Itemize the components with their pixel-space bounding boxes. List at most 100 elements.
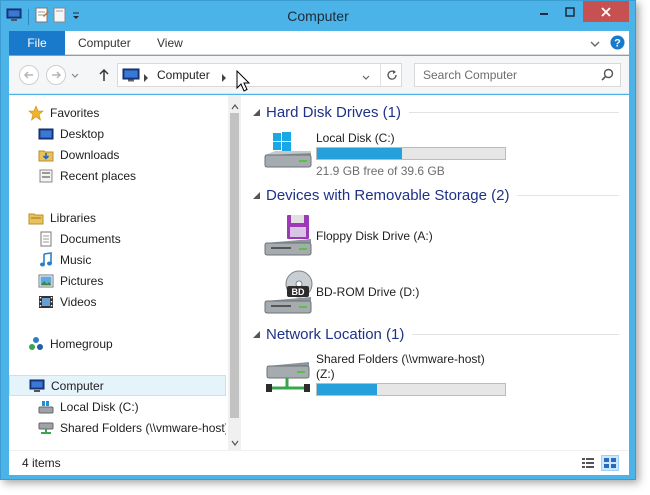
svg-text:BD: BD: [292, 287, 305, 297]
collapse-chevron-icon[interactable]: [249, 105, 263, 119]
drive-name: BD-ROM Drive (D:): [316, 285, 420, 299]
drive-name: Floppy Disk Drive (A:): [316, 229, 433, 243]
drive-capacity-bar: [316, 147, 506, 160]
network-drive-icon: [38, 420, 54, 436]
forward-arrow-icon: [52, 71, 62, 79]
drive-shared-folders-z[interactable]: Shared Folders (\\vmware-host) (Z:): [263, 350, 623, 402]
forward-button[interactable]: [46, 65, 66, 85]
chevron-down-icon: [71, 73, 79, 78]
nav-downloads[interactable]: Downloads: [9, 144, 226, 165]
star-icon: [28, 104, 44, 121]
drive-local-disk-c[interactable]: Local Disk (C:) 21.9 GB free of 39.6 GB: [263, 129, 623, 181]
view-switcher: [579, 455, 619, 471]
search-icon[interactable]: [601, 68, 614, 84]
tab-file[interactable]: File: [9, 31, 65, 55]
main-pane: Hard Disk Drives (1) Local Disk (C:) 21.…: [249, 95, 629, 450]
nav-pictures[interactable]: Pictures: [9, 270, 226, 291]
content-area: Favorites Desktop Downloads Recent place…: [9, 95, 629, 450]
recent-places-icon: [38, 168, 54, 184]
chevron-down-icon[interactable]: [590, 37, 600, 51]
nav-music[interactable]: Music: [9, 249, 226, 270]
group-divider: [517, 194, 619, 196]
nav-homegroup[interactable]: Homegroup: [9, 333, 226, 354]
mouse-pointer-icon: [236, 69, 251, 95]
address-bar[interactable]: Computer: [117, 63, 402, 87]
computer-icon: [29, 378, 45, 394]
collapse-chevron-icon[interactable]: [249, 188, 263, 202]
drive-capacity-bar: [316, 383, 506, 396]
nav-recent-places[interactable]: Recent places: [9, 165, 226, 186]
details-view-icon[interactable]: [579, 455, 597, 471]
music-icon: [38, 251, 54, 268]
windows-drive-icon: [263, 129, 313, 179]
drive-name: Local Disk (C:): [316, 131, 395, 145]
network-drive-icon: [263, 350, 313, 400]
breadcrumb-computer[interactable]: Computer: [157, 68, 210, 82]
scroll-down-icon[interactable]: [231, 435, 239, 449]
downloads-icon: [38, 147, 54, 163]
breadcrumb-arrow-icon[interactable]: [221, 71, 227, 85]
nav-desktop[interactable]: Desktop: [9, 123, 226, 144]
nav-documents[interactable]: Documents: [9, 228, 226, 249]
local-disk-icon: [38, 399, 54, 415]
tab-view[interactable]: View: [157, 31, 183, 55]
explorer-window: Computer File Computer View ? Computer S…: [0, 0, 636, 480]
nav-shared-folders[interactable]: Shared Folders (\\vmware-host): [9, 417, 226, 438]
tab-computer[interactable]: Computer: [78, 31, 131, 55]
up-button[interactable]: [96, 65, 112, 85]
bd-rom-drive-icon: BD: [263, 267, 313, 317]
title-bar: Computer: [1, 1, 635, 31]
group-divider: [409, 111, 619, 113]
documents-icon: [38, 231, 54, 247]
close-icon: [601, 6, 611, 17]
back-button[interactable]: [19, 65, 39, 85]
scrollbar-thumb[interactable]: [230, 113, 239, 418]
desktop-icon: [38, 126, 54, 142]
pictures-icon: [38, 273, 54, 289]
drive-name: Shared Folders (\\vmware-host): [316, 352, 485, 366]
close-button[interactable]: [583, 1, 629, 22]
drive-bd-rom-d[interactable]: BD BD-ROM Drive (D:): [263, 267, 623, 319]
search-placeholder: Search Computer: [423, 68, 518, 82]
up-arrow-icon: [99, 68, 109, 81]
nav-favorites[interactable]: Favorites: [9, 102, 226, 123]
drive-letter: (Z:): [316, 367, 335, 381]
videos-icon: [38, 294, 54, 310]
minimize-button[interactable]: [531, 1, 557, 22]
nav-computer[interactable]: Computer: [9, 375, 226, 396]
breadcrumb-arrow-icon[interactable]: [143, 71, 149, 85]
recent-locations-dropdown[interactable]: [71, 69, 79, 83]
address-dropdown-icon[interactable]: [362, 71, 370, 85]
navigation-pane: Favorites Desktop Downloads Recent place…: [9, 95, 241, 450]
libraries-icon: [28, 210, 44, 226]
floppy-drive-icon: [263, 211, 313, 261]
status-bar: 4 items: [9, 450, 629, 475]
refresh-button[interactable]: [380, 64, 402, 86]
capacity-fill: [317, 384, 378, 395]
group-header-removable-storage[interactable]: Devices with Removable Storage (2): [249, 185, 619, 205]
maximize-button[interactable]: [557, 1, 583, 22]
ribbon: File Computer View ?: [9, 31, 629, 55]
capacity-fill: [317, 148, 402, 159]
search-box[interactable]: Search Computer: [414, 63, 621, 87]
item-count: 4 items: [22, 456, 61, 470]
scroll-up-icon[interactable]: [231, 99, 239, 113]
refresh-icon: [386, 70, 397, 80]
drive-floppy-a[interactable]: Floppy Disk Drive (A:): [263, 211, 623, 263]
nav-local-disk[interactable]: Local Disk (C:): [9, 396, 226, 417]
nav-pane-scrollbar[interactable]: [228, 95, 241, 450]
computer-icon: [122, 68, 140, 85]
help-icon[interactable]: ?: [610, 35, 625, 53]
svg-text:?: ?: [614, 38, 621, 50]
drive-free-space: 21.9 GB free of 39.6 GB: [316, 164, 445, 178]
group-divider: [412, 333, 619, 335]
ribbon-controls: ?: [590, 35, 625, 53]
tiles-view-icon[interactable]: [601, 455, 619, 471]
group-header-network-location[interactable]: Network Location (1): [249, 324, 619, 344]
group-header-hard-disk-drives[interactable]: Hard Disk Drives (1): [249, 102, 619, 122]
collapse-chevron-icon[interactable]: [249, 327, 263, 341]
homegroup-icon: [28, 336, 44, 352]
nav-libraries[interactable]: Libraries: [9, 207, 226, 228]
navigation-bar: Computer Search Computer: [9, 56, 629, 94]
nav-videos[interactable]: Videos: [9, 291, 226, 312]
